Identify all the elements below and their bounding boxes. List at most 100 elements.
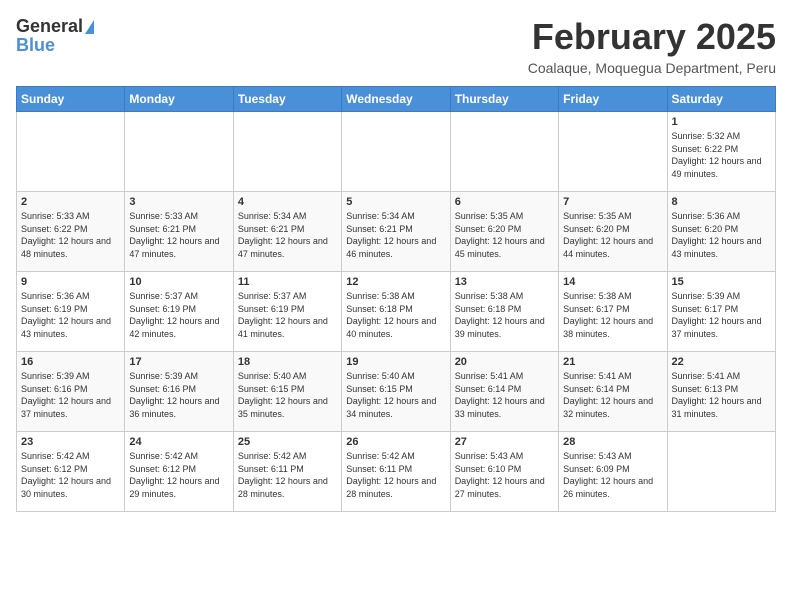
calendar-cell bbox=[233, 112, 341, 192]
day-number: 13 bbox=[455, 276, 554, 288]
day-number: 12 bbox=[346, 276, 445, 288]
calendar-cell: 7 Sunrise: 5:35 AM Sunset: 6:20 PM Daylig… bbox=[559, 192, 667, 272]
calendar-cell: 13 Sunrise: 5:38 AM Sunset: 6:18 PM Dayli… bbox=[450, 272, 558, 352]
calendar-cell: 12 Sunrise: 5:38 AM Sunset: 6:18 PM Dayli… bbox=[342, 272, 450, 352]
day-info: Sunrise: 5:34 AM Sunset: 6:21 PM Dayligh… bbox=[238, 210, 337, 260]
day-info: Sunrise: 5:38 AM Sunset: 6:17 PM Dayligh… bbox=[563, 290, 662, 340]
day-number: 24 bbox=[129, 436, 228, 448]
calendar-cell: 27 Sunrise: 5:43 AM Sunset: 6:10 PM Dayli… bbox=[450, 432, 558, 512]
week-row-1: 1 Sunrise: 5:32 AM Sunset: 6:22 PM Daylig… bbox=[17, 112, 776, 192]
calendar-cell: 18 Sunrise: 5:40 AM Sunset: 6:15 PM Dayli… bbox=[233, 352, 341, 432]
calendar-cell: 11 Sunrise: 5:37 AM Sunset: 6:19 PM Dayli… bbox=[233, 272, 341, 352]
day-number: 2 bbox=[21, 196, 120, 208]
logo-triangle-icon bbox=[85, 20, 94, 34]
day-info: Sunrise: 5:36 AM Sunset: 6:19 PM Dayligh… bbox=[21, 290, 120, 340]
calendar-cell bbox=[450, 112, 558, 192]
calendar-cell: 8 Sunrise: 5:36 AM Sunset: 6:20 PM Daylig… bbox=[667, 192, 775, 272]
day-info: Sunrise: 5:43 AM Sunset: 6:09 PM Dayligh… bbox=[563, 450, 662, 500]
day-number: 22 bbox=[672, 356, 771, 368]
day-number: 15 bbox=[672, 276, 771, 288]
weekday-header-monday: Monday bbox=[125, 87, 233, 112]
day-number: 11 bbox=[238, 276, 337, 288]
day-number: 1 bbox=[672, 116, 771, 128]
header: General Blue February 2025 Coalaque, Moq… bbox=[16, 16, 776, 76]
calendar-title: February 2025 bbox=[528, 16, 776, 58]
day-info: Sunrise: 5:40 AM Sunset: 6:15 PM Dayligh… bbox=[346, 370, 445, 420]
calendar-cell: 21 Sunrise: 5:41 AM Sunset: 6:14 PM Dayli… bbox=[559, 352, 667, 432]
calendar-cell: 22Sunrise: 5:41 AM Sunset: 6:13 PM Dayli… bbox=[667, 352, 775, 432]
week-row-5: 23 Sunrise: 5:42 AM Sunset: 6:12 PM Dayli… bbox=[17, 432, 776, 512]
day-info: Sunrise: 5:39 AM Sunset: 6:16 PM Dayligh… bbox=[21, 370, 120, 420]
calendar-cell: 5Sunrise: 5:34 AM Sunset: 6:21 PM Daylig… bbox=[342, 192, 450, 272]
weekday-header-row: SundayMondayTuesdayWednesdayThursdayFrid… bbox=[17, 87, 776, 112]
day-info: Sunrise: 5:41 AM Sunset: 6:14 PM Dayligh… bbox=[563, 370, 662, 420]
day-info: Sunrise: 5:35 AM Sunset: 6:20 PM Dayligh… bbox=[563, 210, 662, 260]
day-info: Sunrise: 5:32 AM Sunset: 6:22 PM Dayligh… bbox=[672, 130, 771, 180]
calendar-cell: 9 Sunrise: 5:36 AM Sunset: 6:19 PM Daylig… bbox=[17, 272, 125, 352]
day-number: 6 bbox=[455, 196, 554, 208]
weekday-header-tuesday: Tuesday bbox=[233, 87, 341, 112]
weekday-header-wednesday: Wednesday bbox=[342, 87, 450, 112]
day-info: Sunrise: 5:42 AM Sunset: 6:12 PM Dayligh… bbox=[21, 450, 120, 500]
day-info: Sunrise: 5:42 AM Sunset: 6:11 PM Dayligh… bbox=[238, 450, 337, 500]
day-number: 9 bbox=[21, 276, 120, 288]
day-info: Sunrise: 5:36 AM Sunset: 6:20 PM Dayligh… bbox=[672, 210, 771, 260]
calendar-cell: 17Sunrise: 5:39 AM Sunset: 6:16 PM Dayli… bbox=[125, 352, 233, 432]
day-number: 25 bbox=[238, 436, 337, 448]
day-number: 27 bbox=[455, 436, 554, 448]
calendar-cell: 20 Sunrise: 5:41 AM Sunset: 6:14 PM Dayli… bbox=[450, 352, 558, 432]
day-info: Sunrise: 5:33 AM Sunset: 6:22 PM Dayligh… bbox=[21, 210, 120, 260]
day-info: Sunrise: 5:41 AM Sunset: 6:14 PM Dayligh… bbox=[455, 370, 554, 420]
calendar-cell bbox=[125, 112, 233, 192]
day-number: 26 bbox=[346, 436, 445, 448]
day-number: 3 bbox=[129, 196, 228, 208]
calendar-cell: 24 Sunrise: 5:42 AM Sunset: 6:12 PM Dayli… bbox=[125, 432, 233, 512]
day-info: Sunrise: 5:37 AM Sunset: 6:19 PM Dayligh… bbox=[129, 290, 228, 340]
title-area: February 2025 Coalaque, Moquegua Departm… bbox=[528, 16, 776, 76]
calendar-cell: 25 Sunrise: 5:42 AM Sunset: 6:11 PM Dayli… bbox=[233, 432, 341, 512]
day-number: 20 bbox=[455, 356, 554, 368]
week-row-4: 16 Sunrise: 5:39 AM Sunset: 6:16 PM Dayli… bbox=[17, 352, 776, 432]
calendar-cell: 6Sunrise: 5:35 AM Sunset: 6:20 PM Daylig… bbox=[450, 192, 558, 272]
day-number: 17 bbox=[129, 356, 228, 368]
day-number: 18 bbox=[238, 356, 337, 368]
weekday-header-sunday: Sunday bbox=[17, 87, 125, 112]
calendar-cell: 1 Sunrise: 5:32 AM Sunset: 6:22 PM Daylig… bbox=[667, 112, 775, 192]
calendar-cell: 23 Sunrise: 5:42 AM Sunset: 6:12 PM Dayli… bbox=[17, 432, 125, 512]
day-info: Sunrise: 5:37 AM Sunset: 6:19 PM Dayligh… bbox=[238, 290, 337, 340]
calendar-cell: 10 Sunrise: 5:37 AM Sunset: 6:19 PM Dayli… bbox=[125, 272, 233, 352]
calendar-subtitle: Coalaque, Moquegua Department, Peru bbox=[528, 60, 776, 76]
day-number: 16 bbox=[21, 356, 120, 368]
calendar-cell: 16 Sunrise: 5:39 AM Sunset: 6:16 PM Dayli… bbox=[17, 352, 125, 432]
day-info: Sunrise: 5:40 AM Sunset: 6:15 PM Dayligh… bbox=[238, 370, 337, 420]
weekday-header-saturday: Saturday bbox=[667, 87, 775, 112]
day-number: 14 bbox=[563, 276, 662, 288]
logo-blue: Blue bbox=[16, 35, 55, 56]
calendar-table: SundayMondayTuesdayWednesdayThursdayFrid… bbox=[16, 86, 776, 512]
day-number: 5 bbox=[346, 196, 445, 208]
day-info: Sunrise: 5:43 AM Sunset: 6:10 PM Dayligh… bbox=[455, 450, 554, 500]
day-number: 7 bbox=[563, 196, 662, 208]
day-info: Sunrise: 5:42 AM Sunset: 6:12 PM Dayligh… bbox=[129, 450, 228, 500]
calendar-cell: 3 Sunrise: 5:33 AM Sunset: 6:21 PM Daylig… bbox=[125, 192, 233, 272]
day-number: 10 bbox=[129, 276, 228, 288]
calendar-cell: 19 Sunrise: 5:40 AM Sunset: 6:15 PM Dayli… bbox=[342, 352, 450, 432]
day-number: 28 bbox=[563, 436, 662, 448]
weekday-header-thursday: Thursday bbox=[450, 87, 558, 112]
day-number: 4 bbox=[238, 196, 337, 208]
calendar-cell: 2 Sunrise: 5:33 AM Sunset: 6:22 PM Daylig… bbox=[17, 192, 125, 272]
day-number: 19 bbox=[346, 356, 445, 368]
day-number: 21 bbox=[563, 356, 662, 368]
day-info: Sunrise: 5:38 AM Sunset: 6:18 PM Dayligh… bbox=[455, 290, 554, 340]
day-info: Sunrise: 5:33 AM Sunset: 6:21 PM Dayligh… bbox=[129, 210, 228, 260]
day-number: 23 bbox=[21, 436, 120, 448]
calendar-cell: 26 Sunrise: 5:42 AM Sunset: 6:11 PM Dayli… bbox=[342, 432, 450, 512]
calendar-cell bbox=[342, 112, 450, 192]
day-number: 8 bbox=[672, 196, 771, 208]
day-info: Sunrise: 5:42 AM Sunset: 6:11 PM Dayligh… bbox=[346, 450, 445, 500]
calendar-cell bbox=[17, 112, 125, 192]
day-info: Sunrise: 5:39 AM Sunset: 6:17 PM Dayligh… bbox=[672, 290, 771, 340]
calendar-cell: 4 Sunrise: 5:34 AM Sunset: 6:21 PM Daylig… bbox=[233, 192, 341, 272]
day-info: Sunrise: 5:38 AM Sunset: 6:18 PM Dayligh… bbox=[346, 290, 445, 340]
calendar-cell: 14 Sunrise: 5:38 AM Sunset: 6:17 PM Dayli… bbox=[559, 272, 667, 352]
